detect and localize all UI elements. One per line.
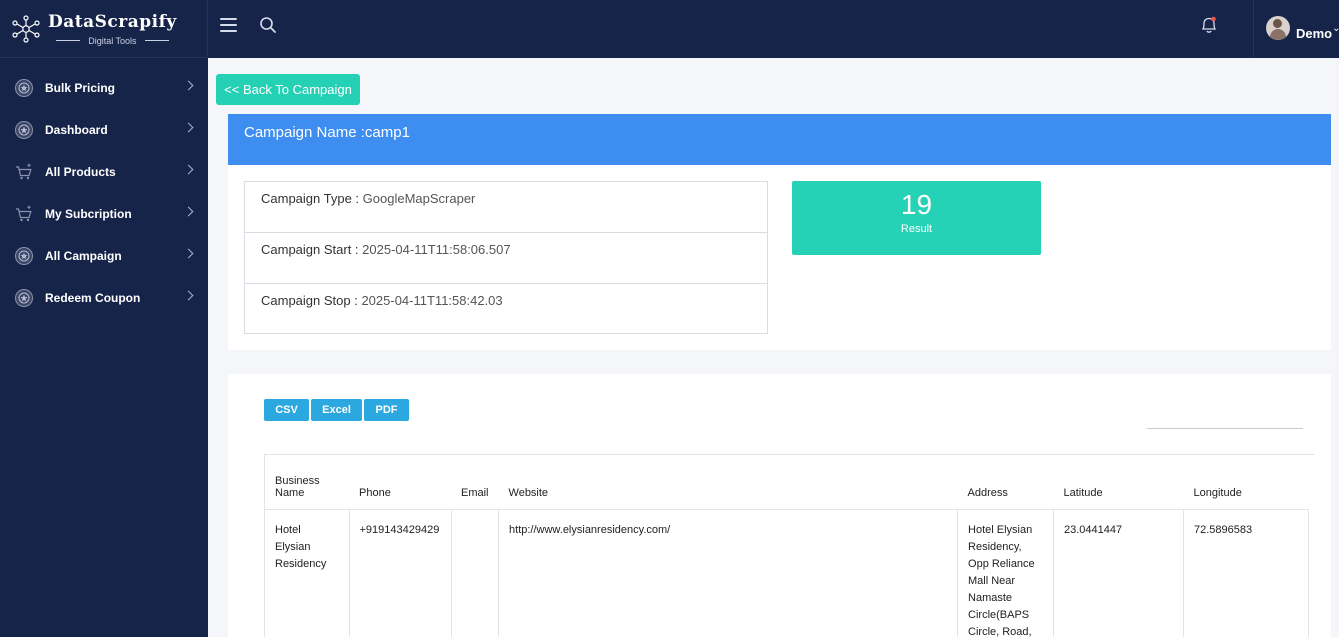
sidebar-item-all-campaign[interactable]: All Campaign	[0, 235, 208, 277]
table-row: Hotel Elysian Residency +919143429429 ht…	[265, 509, 1310, 637]
campaign-stop-row: Campaign Stop : 2025-04-11T11:58:42.03	[245, 284, 767, 335]
campaign-type-label: Campaign Type :	[261, 191, 363, 206]
sidebar-item-dashboard[interactable]: Dashboard	[0, 109, 208, 151]
brand-logo-icon	[12, 14, 40, 43]
cart-icon	[14, 204, 34, 224]
campaign-type-row: Campaign Type : GoogleMapScraper	[245, 182, 767, 233]
cell-latitude: 23.0441447	[1053, 509, 1185, 637]
export-excel-button[interactable]: Excel	[311, 399, 362, 421]
brand-tagline-row: Digital Tools	[48, 36, 176, 46]
chevron-right-icon	[183, 248, 194, 259]
campaign-stop-value: 2025-04-11T11:58:42.03	[361, 293, 503, 308]
chevron-right-icon	[183, 80, 194, 91]
sidebar-item-label: Redeem Coupon	[45, 291, 141, 305]
sidebar-item-bulk-pricing[interactable]: Bulk Pricing	[0, 67, 208, 109]
results-card: CSV Excel PDF Business Name Phone Email …	[228, 374, 1331, 637]
result-count: 19	[900, 189, 933, 220]
badge-icon	[14, 246, 34, 266]
cart-icon	[14, 162, 34, 182]
user-name: Demo	[1296, 26, 1333, 41]
divider	[144, 40, 169, 41]
cell-website[interactable]: http://www.elysianresidency.com/	[498, 509, 959, 637]
campaign-start-label: Campaign Start :	[261, 242, 363, 257]
results-table: Business Name Phone Email Website Addres…	[265, 455, 1310, 637]
user-menu[interactable]: Demo ⌄	[1266, 14, 1339, 41]
column-header-address[interactable]: Address	[957, 455, 1054, 510]
brand-tagline: Digital Tools	[88, 35, 137, 46]
sidebar-item-label: All Campaign	[45, 249, 122, 263]
column-header-business-name[interactable]: Business Name	[265, 455, 349, 510]
column-header-latitude[interactable]: Latitude	[1053, 455, 1184, 510]
sidebar-item-label: All Products	[45, 165, 116, 179]
brand-text: DataScrapify Digital Tools	[48, 12, 177, 46]
campaign-start-value: 2025-04-11T11:58:06.507	[362, 242, 511, 257]
bell-icon[interactable]	[1198, 14, 1220, 36]
chevron-right-icon	[183, 164, 194, 175]
hamburger-menu-icon[interactable]	[220, 18, 237, 32]
campaign-name-header: Campaign Name :camp1	[228, 114, 1331, 165]
campaign-info-box: Campaign Type : GoogleMapScraper Campaig…	[244, 181, 768, 334]
chevron-right-icon	[183, 290, 194, 301]
table-header-row: Business Name Phone Email Website Addres…	[265, 455, 1309, 510]
export-buttons: CSV Excel PDF	[264, 399, 411, 421]
export-csv-button[interactable]: CSV	[264, 399, 309, 421]
column-header-email[interactable]: Email	[451, 455, 499, 510]
sidebar-item-label: My Subcription	[45, 207, 132, 221]
column-header-website[interactable]: Website	[498, 455, 958, 510]
avatar	[1266, 15, 1290, 40]
badge-icon	[14, 120, 34, 140]
brand[interactable]: DataScrapify Digital Tools	[0, 0, 208, 58]
column-header-phone[interactable]: Phone	[349, 455, 451, 510]
export-pdf-button[interactable]: PDF	[364, 399, 409, 421]
result-count-card: 19 Result	[792, 181, 1041, 255]
brand-name: DataScrapify	[48, 11, 177, 32]
results-table-wrap: Business Name Phone Email Website Addres…	[264, 454, 1315, 637]
sidebar-item-all-products[interactable]: All Products	[0, 151, 208, 193]
chevron-down-icon: ⌄	[1332, 23, 1339, 34]
divider	[56, 40, 81, 41]
campaign-type-value: GoogleMapScraper	[362, 191, 476, 206]
badge-icon	[14, 78, 34, 98]
search-icon[interactable]	[259, 16, 277, 34]
badge-icon	[14, 288, 34, 308]
cell-address: Hotel Elysian Residency, Opp Reliance Ma…	[957, 509, 1055, 637]
topbar: Demo ⌄	[208, 0, 1339, 58]
cell-longitude: 72.5896583	[1183, 509, 1310, 637]
campaign-card: Campaign Name :camp1 Campaign Type : Goo…	[228, 114, 1331, 350]
campaign-start-row: Campaign Start : 2025-04-11T11:58:06.507	[245, 233, 767, 284]
table-search-input[interactable]	[1147, 428, 1303, 429]
campaign-stop-label: Campaign Stop :	[261, 293, 362, 308]
cell-email	[451, 509, 500, 637]
cell-phone: +919143429429	[349, 509, 452, 637]
sidebar-item-label: Dashboard	[45, 123, 108, 137]
sidebar-item-label: Bulk Pricing	[45, 81, 116, 95]
chevron-right-icon	[183, 206, 194, 217]
sidebar-item-redeem-coupon[interactable]: Redeem Coupon	[0, 277, 208, 319]
sidebar-item-my-subcription[interactable]: My Subcription	[0, 193, 208, 235]
cell-business-name: Hotel Elysian Residency	[265, 509, 350, 637]
result-label: Result	[900, 223, 933, 235]
sidebar: DataScrapify Digital Tools Bulk Pricing …	[0, 0, 208, 637]
divider	[1253, 0, 1254, 58]
back-to-campaign-button[interactable]: << Back To Campaign	[216, 74, 360, 105]
sidebar-menu: Bulk Pricing Dashboard All Products My S…	[0, 67, 208, 319]
column-header-longitude[interactable]: Longitude	[1183, 455, 1309, 510]
chevron-right-icon	[183, 122, 194, 133]
